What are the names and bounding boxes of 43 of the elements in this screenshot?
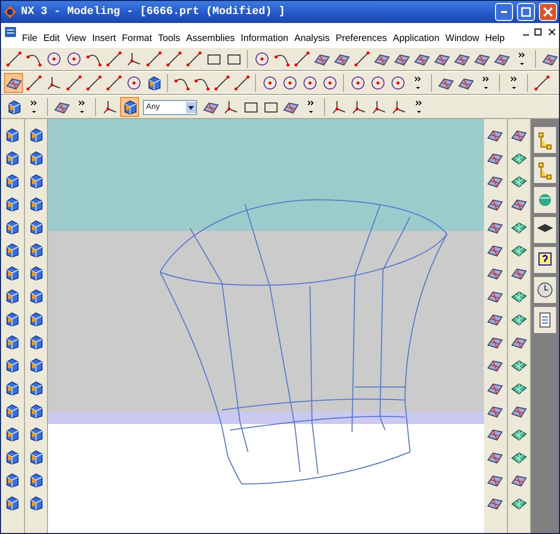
- minimize-button[interactable]: [495, 3, 513, 21]
- menu-item[interactable]: Application: [390, 33, 442, 44]
- menu-item[interactable]: Analysis: [291, 33, 333, 44]
- line-icon[interactable]: [164, 49, 183, 69]
- line-icon[interactable]: [24, 73, 43, 93]
- line-icon[interactable]: [232, 73, 251, 93]
- menu-item[interactable]: Tools: [154, 33, 184, 44]
- minimize-icon: [498, 11, 510, 13]
- close-icon: [542, 6, 554, 18]
- line-icon[interactable]: [212, 73, 231, 93]
- tree-icon[interactable]: [534, 157, 556, 183]
- line-icon[interactable]: [4, 49, 23, 69]
- line-icon[interactable]: [292, 49, 311, 69]
- close-button[interactable]: [539, 3, 557, 21]
- menu-item[interactable]: View: [62, 33, 90, 44]
- tree-icon[interactable]: [534, 127, 556, 153]
- line-icon[interactable]: [64, 73, 83, 93]
- menu-item[interactable]: Assemblies: [183, 33, 238, 44]
- line-icon[interactable]: [104, 49, 123, 69]
- line-icon[interactable]: [144, 49, 163, 69]
- help-icon[interactable]: [534, 247, 556, 273]
- menu-item[interactable]: Preferences: [332, 33, 390, 44]
- menu-item[interactable]: Help: [482, 33, 508, 44]
- window-title: NX 3 - Modeling - [6666.prt (Modified) ]: [21, 6, 286, 18]
- caret-icon: [186, 102, 196, 112]
- list-icon[interactable]: [534, 307, 556, 333]
- menu-item[interactable]: Edit: [40, 33, 63, 44]
- menu-item[interactable]: Window: [442, 33, 482, 44]
- surface-icon[interactable]: [4, 73, 23, 93]
- line-icon[interactable]: [352, 49, 371, 69]
- line-icon[interactable]: [84, 73, 103, 93]
- cube-icon[interactable]: [120, 97, 139, 117]
- maximize-icon: [520, 6, 532, 18]
- maximize-button[interactable]: [517, 3, 535, 21]
- selection-filter-dropdown[interactable]: Any: [143, 100, 197, 114]
- clock-icon[interactable]: [534, 277, 556, 303]
- menu-item[interactable]: File: [19, 33, 40, 44]
- menu-item[interactable]: Information: [238, 33, 292, 44]
- menu-item[interactable]: Format: [118, 33, 155, 44]
- menu-item[interactable]: Insert: [89, 33, 119, 44]
- line-icon[interactable]: [532, 73, 551, 93]
- line-icon[interactable]: [104, 73, 123, 93]
- line-icon[interactable]: [184, 49, 203, 69]
